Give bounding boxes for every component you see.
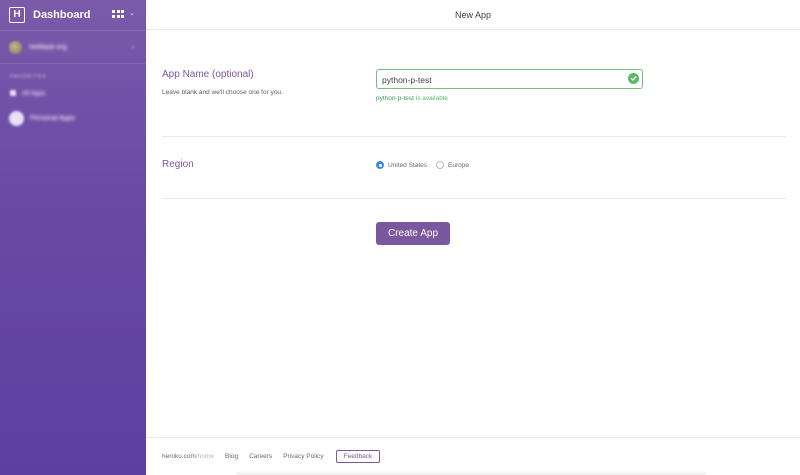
footer-domain[interactable]: heroku.com/home: [162, 453, 214, 460]
sidebar-item-label: Personal Apps: [30, 114, 76, 122]
radio-unselected-icon[interactable]: [436, 161, 445, 169]
check-circle-icon: [628, 73, 639, 84]
feedback-button[interactable]: Feedback: [335, 450, 381, 463]
region-radio-group: United States Europe: [376, 161, 478, 169]
account-avatar: [9, 40, 22, 54]
sidebar-divider: [0, 63, 146, 64]
footer-domain-main: heroku.com: [162, 453, 196, 460]
heroku-logo-icon[interactable]: H: [9, 7, 25, 23]
app-name-field: [376, 69, 643, 89]
region-option-label: Europe: [448, 161, 469, 169]
account-name: heliflask-org: [29, 43, 67, 51]
radio-selected-icon[interactable]: [376, 161, 384, 169]
sidebar: H Dashboard ⌄ heliflask-org ⌄ FAVORITES …: [0, 0, 146, 475]
availability-message: python-p-test is available: [376, 95, 448, 102]
region-section: Region United States Europe: [162, 138, 786, 199]
sidebar-item-personal-apps[interactable]: Personal Apps: [0, 109, 146, 127]
sidebar-section-label: FAVORITES: [10, 74, 47, 80]
chevron-down-icon[interactable]: ⌄: [129, 9, 135, 17]
footer-link-privacy-policy[interactable]: Privacy Policy: [283, 453, 323, 460]
apps-grid-icon[interactable]: [112, 10, 124, 18]
page-title: New App: [454, 9, 492, 20]
apps-icon: [10, 90, 16, 96]
available-suffix: is available: [413, 95, 448, 102]
footer-link-blog[interactable]: Blog: [225, 453, 238, 460]
available-name: python-p-test: [376, 95, 414, 102]
footer-link-careers[interactable]: Careers: [249, 453, 272, 460]
region-option-europe[interactable]: Europe: [436, 161, 469, 169]
footer-domain-path: /home: [195, 453, 215, 460]
sidebar-item-all-apps[interactable]: All Apps: [0, 86, 146, 100]
region-label: Region: [162, 159, 194, 170]
sidebar-header: H Dashboard: [0, 0, 146, 30]
bottom-shadow: [236, 470, 706, 475]
app-name-hint: Leave blank and we'll choose one for you…: [162, 89, 283, 96]
main-content: New App App Name (optional) Leave blank …: [146, 0, 800, 475]
account-switcher[interactable]: heliflask-org ⌄: [0, 31, 146, 63]
region-option-united-states[interactable]: United States: [376, 161, 427, 169]
app-name-label: App Name (optional): [162, 69, 254, 80]
account-caret-icon: ⌄: [130, 43, 136, 50]
sidebar-item-label: All Apps: [22, 89, 46, 97]
logo-letter: H: [13, 9, 21, 20]
region-option-label: United States: [388, 161, 428, 169]
app-name-section: App Name (optional) Leave blank and we'l…: [162, 30, 786, 137]
dashboard-title[interactable]: Dashboard: [33, 9, 90, 21]
personal-avatar: [9, 110, 24, 126]
create-app-button[interactable]: Create App: [376, 222, 450, 245]
app-name-input[interactable]: [377, 71, 642, 89]
top-bar: New App: [146, 0, 800, 30]
